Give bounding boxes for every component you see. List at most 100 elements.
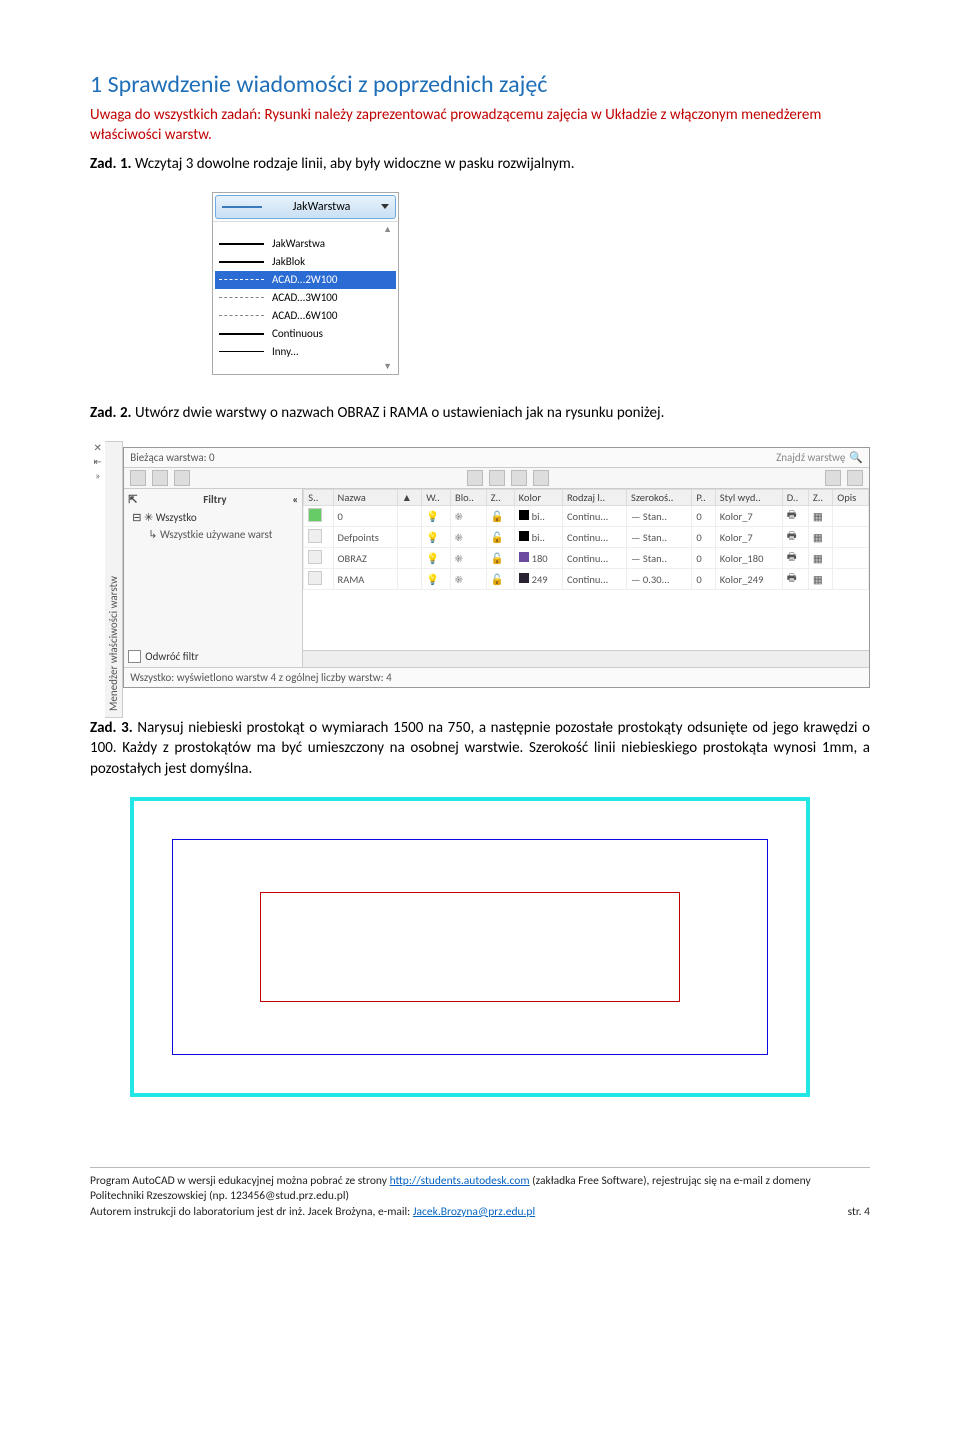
- layer-row[interactable]: RAMA💡☀🔓249Continu...— 0.30...0Kolor_249🖶…: [304, 569, 869, 590]
- col-header[interactable]: Nazwa: [333, 490, 397, 506]
- search-placeholder: Znajdź warstwę: [776, 451, 845, 464]
- lineweight-cell[interactable]: — Stan..: [627, 506, 692, 527]
- transparency-cell[interactable]: 0: [692, 569, 715, 590]
- col-header[interactable]: Kolor: [514, 490, 562, 506]
- close-icon[interactable]: ✕: [90, 441, 105, 455]
- col-header[interactable]: Styl wyd..: [715, 490, 782, 506]
- filter-collapse-chevron-icon[interactable]: «: [292, 493, 298, 506]
- on-icon[interactable]: 💡: [422, 548, 451, 569]
- invert-filter[interactable]: Odwróć filtr: [128, 650, 298, 663]
- vp-icon[interactable]: ▦: [808, 506, 832, 527]
- tool-icon[interactable]: [467, 470, 483, 486]
- task-3-label: Zad. 3.: [90, 719, 133, 737]
- col-header[interactable]: Opis: [833, 490, 869, 506]
- col-header[interactable]: ▲: [397, 490, 422, 506]
- dropdown-item[interactable]: Inny...: [215, 343, 396, 361]
- scroll-up-icon[interactable]: ▲: [215, 224, 396, 235]
- linetype-cell[interactable]: Continu...: [562, 506, 626, 527]
- lineweight-cell[interactable]: — 0.30...: [627, 569, 692, 590]
- pin-icon[interactable]: ⇤: [90, 455, 105, 469]
- dropdown-item[interactable]: Continuous: [215, 325, 396, 343]
- freeze-icon[interactable]: ☀: [450, 548, 486, 569]
- plotstyle-cell: Kolor_180: [715, 548, 782, 569]
- col-header[interactable]: P..: [692, 490, 715, 506]
- vp-icon[interactable]: ▦: [808, 569, 832, 590]
- tool-icon[interactable]: [489, 470, 505, 486]
- col-header[interactable]: Rodzaj l..: [562, 490, 626, 506]
- lock-icon[interactable]: 🔓: [486, 527, 514, 548]
- col-header[interactable]: S..: [304, 490, 333, 506]
- lock-icon[interactable]: 🔓: [486, 548, 514, 569]
- on-icon[interactable]: 💡: [422, 506, 451, 527]
- layer-row[interactable]: 0💡☀🔓bi..Continu...— Stan..0Kolor_7🖶▦: [304, 506, 869, 527]
- refresh-icon[interactable]: [825, 470, 841, 486]
- layer-row[interactable]: OBRAZ💡☀🔓180Continu...— Stan..0Kolor_180🖶…: [304, 548, 869, 569]
- plotstyle-cell: Kolor_249: [715, 569, 782, 590]
- lineweight-cell[interactable]: — Stan..: [627, 548, 692, 569]
- tool-icon[interactable]: [174, 470, 190, 486]
- lock-icon[interactable]: 🔓: [486, 506, 514, 527]
- tree-node-used[interactable]: ↳ Wszystkie używane warst: [132, 527, 298, 544]
- dropdown-item[interactable]: ACAD...3W100: [215, 289, 396, 307]
- linetype-cell[interactable]: Continu...: [562, 569, 626, 590]
- col-header[interactable]: Szerokoś..: [627, 490, 692, 506]
- dropdown-item[interactable]: JakWarstwa: [215, 235, 396, 253]
- footer-link-autodesk[interactable]: http://students.autodesk.com: [390, 1174, 530, 1188]
- color-cell[interactable]: bi..: [514, 506, 562, 527]
- transparency-cell[interactable]: 0: [692, 548, 715, 569]
- plot-icon[interactable]: 🖶: [782, 569, 808, 590]
- transparency-cell[interactable]: 0: [692, 527, 715, 548]
- col-header[interactable]: D..: [782, 490, 808, 506]
- tool-icon[interactable]: [152, 470, 168, 486]
- task-3: Zad. 3. Narysuj niebieski prostokąt o wy…: [90, 718, 870, 779]
- color-cell[interactable]: 180: [514, 548, 562, 569]
- search-icon: 🔍: [849, 451, 863, 464]
- lock-icon[interactable]: 🔓: [486, 569, 514, 590]
- linetype-cell[interactable]: Continu...: [562, 548, 626, 569]
- vp-icon[interactable]: ▦: [808, 548, 832, 569]
- col-header[interactable]: Z..: [808, 490, 832, 506]
- dropdown-item-selected[interactable]: ACAD...2W100: [215, 271, 396, 289]
- on-icon[interactable]: 💡: [422, 569, 451, 590]
- dropdown-item[interactable]: ACAD...6W100: [215, 307, 396, 325]
- page-heading: 1 Sprawdzenie wiadomości z poprzednich z…: [90, 70, 870, 99]
- line-sample-icon: [222, 206, 262, 208]
- col-header[interactable]: Z..: [486, 490, 514, 506]
- layer-palette: ✕ ⇤ » Menedżer właściwości warstw Bieżąc…: [90, 441, 870, 718]
- filter-collapse-icon[interactable]: ⇱: [128, 493, 137, 506]
- col-header[interactable]: W..: [422, 490, 451, 506]
- status-bar: Wszystko: wyświetlono warstw 4 z ogólnej…: [124, 667, 869, 687]
- scroll-down-icon[interactable]: ▼: [215, 361, 396, 372]
- dropdown-item[interactable]: JakBlok: [215, 253, 396, 271]
- tool-icon[interactable]: [511, 470, 527, 486]
- plotstyle-cell: Kolor_7: [715, 506, 782, 527]
- tree-node-all[interactable]: ⊟ ✳ Wszystko: [132, 510, 298, 527]
- lineweight-cell[interactable]: — Stan..: [627, 527, 692, 548]
- tool-icon[interactable]: [533, 470, 549, 486]
- freeze-icon[interactable]: ☀: [450, 506, 486, 527]
- linetype-cell[interactable]: Continu...: [562, 527, 626, 548]
- vp-icon[interactable]: ▦: [808, 527, 832, 548]
- plot-icon[interactable]: 🖶: [782, 506, 808, 527]
- col-header[interactable]: Blo..: [450, 490, 486, 506]
- freeze-icon[interactable]: ☀: [450, 527, 486, 548]
- transparency-cell[interactable]: 0: [692, 506, 715, 527]
- footer-link-email[interactable]: Jacek.Brozyna@prz.edu.pl: [413, 1205, 535, 1219]
- plot-icon[interactable]: 🖶: [782, 527, 808, 548]
- color-cell[interactable]: 249: [514, 569, 562, 590]
- grid-header-row: S.. Nazwa ▲ W.. Blo.. Z.. Kolor Rodzaj l…: [304, 490, 869, 506]
- settings-icon[interactable]: [847, 470, 863, 486]
- tool-icon[interactable]: [130, 470, 146, 486]
- on-icon[interactable]: 💡: [422, 527, 451, 548]
- checkbox-icon[interactable]: [128, 650, 141, 663]
- freeze-icon[interactable]: ☀: [450, 569, 486, 590]
- collapse-icon[interactable]: »: [90, 469, 105, 483]
- search-layer[interactable]: Znajdź warstwę 🔍: [776, 451, 863, 464]
- task-1: Zad. 1. Wczytaj 3 dowolne rodzaje linii,…: [90, 154, 870, 174]
- plot-icon[interactable]: 🖶: [782, 548, 808, 569]
- color-cell[interactable]: bi..: [514, 527, 562, 548]
- horizontal-scrollbar[interactable]: [303, 650, 869, 667]
- layer-row[interactable]: Defpoints💡☀🔓bi..Continu...— Stan..0Kolor…: [304, 527, 869, 548]
- dropdown-selected[interactable]: JakWarstwa: [215, 195, 396, 219]
- page-number: str. 4: [848, 1205, 870, 1221]
